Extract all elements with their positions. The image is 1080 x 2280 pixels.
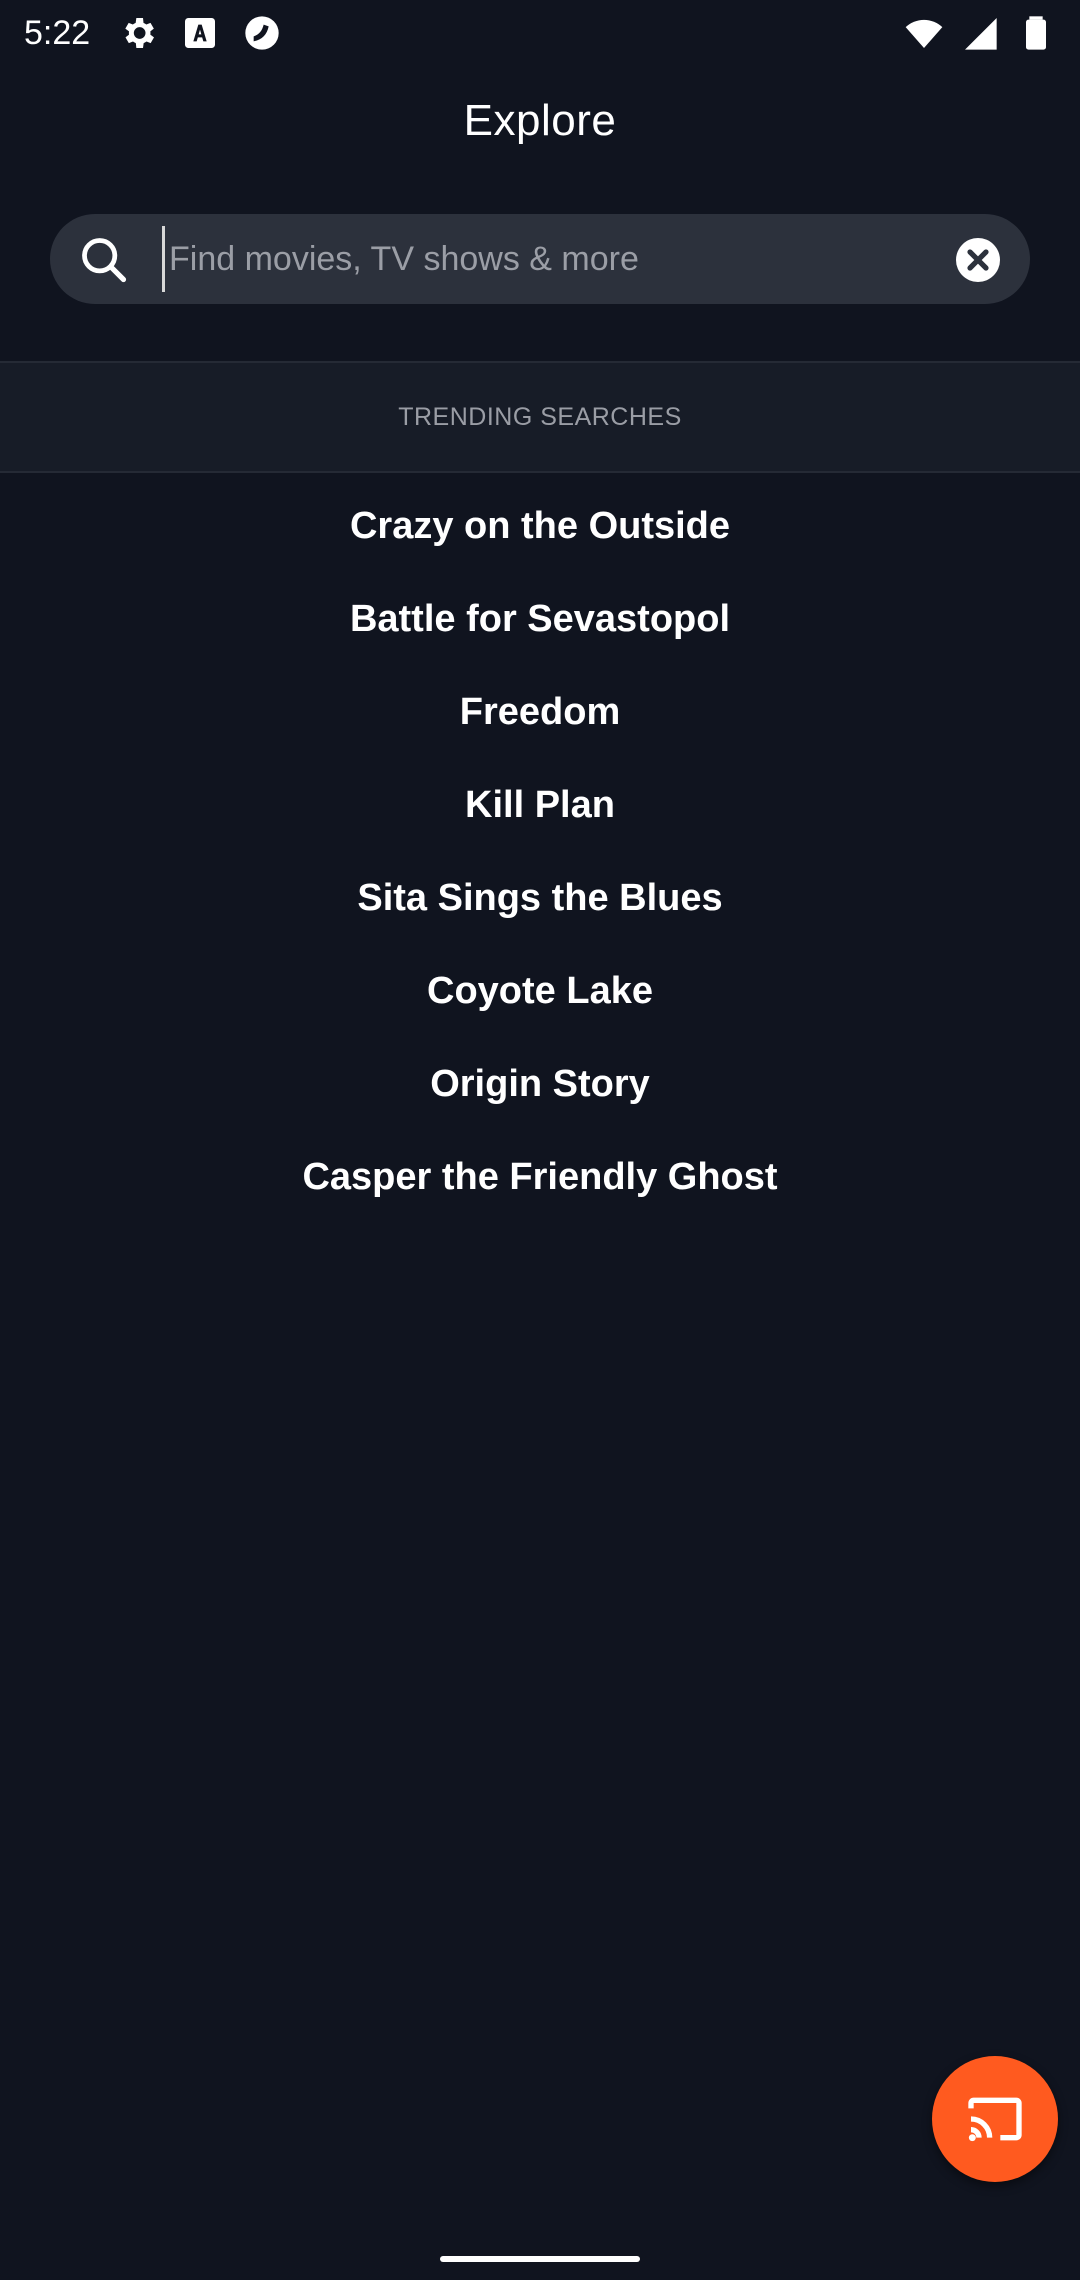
trending-heading: TRENDING SEARCHES bbox=[398, 402, 682, 431]
explore-screen: 5:22 Explore Find movies, TV shows & mor… bbox=[0, 0, 1080, 2280]
trending-item[interactable]: Casper the Friendly Ghost bbox=[0, 1131, 1080, 1224]
page-title: Explore bbox=[463, 96, 617, 145]
status-right-icons bbox=[904, 13, 1056, 53]
app-icon bbox=[245, 16, 279, 50]
trending-list: Crazy on the Outside Battle for Sevastop… bbox=[0, 480, 1080, 1224]
trending-item[interactable]: Freedom bbox=[0, 666, 1080, 759]
search-input[interactable] bbox=[162, 226, 962, 292]
cast-icon bbox=[968, 2097, 1022, 2142]
trending-item[interactable]: Kill Plan bbox=[0, 759, 1080, 852]
trending-item[interactable]: Crazy on the Outside bbox=[0, 480, 1080, 573]
trending-item[interactable]: Battle for Sevastopol bbox=[0, 573, 1080, 666]
trending-header: TRENDING SEARCHES bbox=[0, 361, 1080, 473]
cast-button[interactable] bbox=[932, 2056, 1058, 2182]
status-left-icons bbox=[118, 13, 282, 53]
settings-icon bbox=[125, 18, 155, 48]
search-bar[interactable] bbox=[50, 214, 1030, 304]
trending-item[interactable]: Sita Sings the Blues bbox=[0, 852, 1080, 945]
home-indicator[interactable] bbox=[440, 2256, 640, 2262]
battery-icon bbox=[1026, 16, 1046, 50]
font-icon bbox=[185, 18, 216, 48]
wifi-icon bbox=[905, 19, 943, 48]
trending-item[interactable]: Origin Story bbox=[0, 1038, 1080, 1131]
signal-icon bbox=[965, 18, 997, 50]
status-bar: 5:22 bbox=[0, 0, 1080, 66]
clear-icon[interactable] bbox=[954, 236, 1002, 284]
trending-item[interactable]: Coyote Lake bbox=[0, 945, 1080, 1038]
status-time: 5:22 bbox=[24, 13, 91, 52]
search-icon bbox=[82, 238, 127, 283]
